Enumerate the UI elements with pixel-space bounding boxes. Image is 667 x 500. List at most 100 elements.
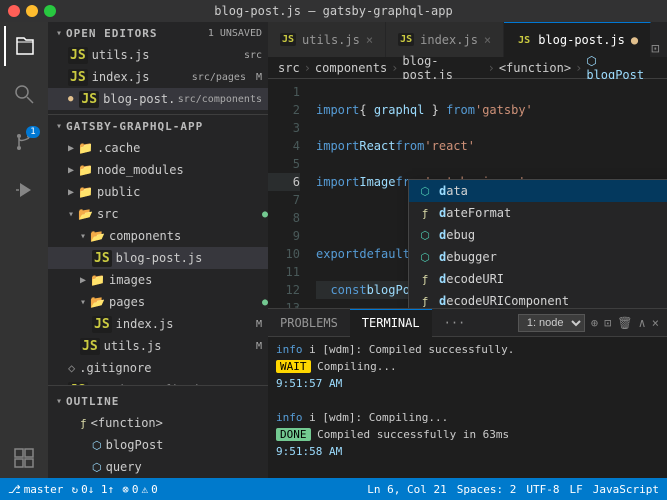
open-editors-header[interactable]: ▾ OPEN EDITORS 1 UNSAVED bbox=[48, 22, 268, 44]
terminal-line: info i [wdm]: Compiled successfully. bbox=[276, 341, 659, 358]
code-line-1: import { graphql } from 'gatsby' bbox=[316, 101, 659, 119]
open-editors-title: OPEN EDITORS bbox=[66, 27, 204, 40]
folder-icon: 📂 bbox=[90, 295, 105, 309]
folder-arrow: ▾ bbox=[80, 297, 86, 308]
tab-blog-post-js[interactable]: JS blog-post.js ● bbox=[504, 22, 651, 57]
ac-label: debugger bbox=[439, 250, 667, 264]
files-icon[interactable] bbox=[4, 26, 44, 66]
terminal-selector[interactable]: 1: node bbox=[518, 314, 585, 332]
outline-query[interactable]: ⬡ query bbox=[48, 456, 268, 478]
folder-node-modules[interactable]: ▶ 📁 node_modules bbox=[48, 159, 268, 181]
file-gitignore[interactable]: ◇ .gitignore bbox=[48, 357, 268, 379]
terminal-content[interactable]: info i [wdm]: Compiled successfully. WAI… bbox=[268, 337, 667, 478]
folder-icon: 📂 bbox=[78, 207, 93, 221]
ac-label: dateFormat bbox=[439, 206, 667, 220]
error-icon: ⊗ bbox=[122, 483, 129, 496]
outline-header[interactable]: ▾ OUTLINE bbox=[48, 390, 268, 412]
extensions-icon[interactable] bbox=[4, 438, 44, 478]
close-button[interactable] bbox=[8, 5, 20, 17]
explorer-header[interactable]: ▾ GATSBY-GRAPHQL-APP bbox=[48, 115, 268, 137]
folder-images[interactable]: ▶ 📁 images bbox=[48, 269, 268, 291]
line-ending-status[interactable]: LF bbox=[570, 483, 583, 496]
outline-function[interactable]: ƒ <function> bbox=[48, 412, 268, 434]
js-file-icon: JS bbox=[92, 316, 112, 333]
window-title: blog-post.js — gatsby-graphql-app bbox=[214, 4, 452, 18]
tab-utils-label: utils.js bbox=[302, 33, 360, 47]
ac-fn-icon: ƒ bbox=[417, 295, 433, 308]
editor-index-badge: M bbox=[256, 72, 262, 83]
folder-src[interactable]: ▾ 📂 src ● bbox=[48, 203, 268, 225]
file-utils[interactable]: JS utils.js M bbox=[48, 335, 268, 357]
tab-utils-js[interactable]: JS utils.js × bbox=[268, 22, 386, 57]
tab-utils-close[interactable]: × bbox=[366, 33, 373, 47]
crumb-blogpost[interactable]: ⬡ blogPost bbox=[586, 54, 657, 82]
ac-fn-icon: ƒ bbox=[417, 207, 433, 220]
folder-icon: 📁 bbox=[78, 185, 93, 199]
activity-bar: 1 bbox=[0, 22, 48, 478]
folder-pages[interactable]: ▾ 📂 pages ● bbox=[48, 291, 268, 313]
ac-item-dateformat[interactable]: ƒ dateFormat bbox=[409, 202, 667, 224]
tab-problems[interactable]: PROBLEMS bbox=[268, 309, 350, 337]
ac-item-data[interactable]: ⬡ data bbox=[409, 180, 667, 202]
cursor-position[interactable]: Ln 6, Col 21 bbox=[367, 483, 446, 496]
tab-blog-post-close[interactable]: ● bbox=[631, 33, 638, 47]
close-panel-icon[interactable]: × bbox=[652, 316, 659, 330]
search-icon[interactable] bbox=[4, 74, 44, 114]
misc-file-icon: ◇ bbox=[68, 361, 75, 375]
file-utils-label: utils.js bbox=[104, 339, 252, 353]
file-blog-post[interactable]: JS blog-post.js bbox=[48, 247, 268, 269]
debug-icon[interactable] bbox=[4, 170, 44, 210]
js-file-icon: JS bbox=[516, 34, 532, 47]
branch-status[interactable]: ⎇ master bbox=[8, 483, 63, 496]
delete-terminal-icon[interactable]: 🗑 bbox=[617, 316, 632, 330]
indentation-status[interactable]: Spaces: 2 bbox=[457, 483, 517, 496]
breadcrumb: src › components › blog-post.js › <funct… bbox=[268, 57, 667, 79]
crumb-file[interactable]: blog-post.js bbox=[402, 54, 483, 82]
ac-item-debugger[interactable]: ⬡ debugger bbox=[409, 246, 667, 268]
maximize-button[interactable] bbox=[44, 5, 56, 17]
js-file-icon: JS bbox=[280, 33, 296, 46]
crumb-function[interactable]: <function> bbox=[499, 61, 571, 75]
folder-cache[interactable]: ▶ 📁 .cache bbox=[48, 137, 268, 159]
crumb-components[interactable]: components bbox=[315, 61, 387, 75]
ac-label: debug bbox=[439, 228, 667, 242]
source-control-icon[interactable]: 1 bbox=[4, 122, 44, 162]
ac-item-decodeuricomponent[interactable]: ƒ decodeURIComponent bbox=[409, 290, 667, 308]
ac-item-decodeuri[interactable]: ƒ decodeURI bbox=[409, 268, 667, 290]
folder-public[interactable]: ▶ 📁 public bbox=[48, 181, 268, 203]
minimize-button[interactable] bbox=[26, 5, 38, 17]
editor-index-js[interactable]: JS index.js src/pages M bbox=[48, 66, 268, 88]
tab-terminal[interactable]: TERMINAL bbox=[350, 309, 432, 337]
editor-utils-js[interactable]: JS utils.js src bbox=[48, 44, 268, 66]
file-index[interactable]: JS index.js M bbox=[48, 313, 268, 335]
ac-item-debug[interactable]: ⬡ debug bbox=[409, 224, 667, 246]
editor-area: JS utils.js × JS index.js × JS blog-post… bbox=[268, 22, 667, 478]
add-terminal-icon[interactable]: ⊕ bbox=[591, 316, 598, 330]
editor-blog-post-js[interactable]: ● JS blog-post.js src/components bbox=[48, 88, 268, 110]
autocomplete-dropdown[interactable]: ⬡ data ƒ dateFormat ⬡ debug ⬡ debugger bbox=[408, 179, 667, 308]
window-controls[interactable] bbox=[8, 5, 56, 17]
folder-components[interactable]: ▾ 📂 components bbox=[48, 225, 268, 247]
language-status[interactable]: JavaScript bbox=[593, 483, 659, 496]
errors-status[interactable]: ⊗ 0 ⚠ 0 bbox=[122, 483, 158, 496]
file-index-badge: M bbox=[256, 319, 262, 330]
folder-images-label: images bbox=[109, 273, 268, 287]
sync-count: 0↓ 1↑ bbox=[81, 483, 114, 496]
tab-index-js[interactable]: JS index.js × bbox=[386, 22, 504, 57]
encoding-status[interactable]: UTF-8 bbox=[526, 483, 559, 496]
code-editor[interactable]: 12345 6 78910 11121314 15161718 1920 imp… bbox=[268, 79, 667, 308]
split-terminal-icon[interactable]: ⊡ bbox=[604, 316, 611, 330]
folder-pages-label: pages bbox=[109, 295, 258, 309]
crumb-src[interactable]: src bbox=[278, 61, 300, 75]
ac-label: data bbox=[439, 184, 667, 198]
source-control-badge: 1 bbox=[26, 126, 40, 138]
outline-query-label: query bbox=[106, 460, 268, 474]
tab-index-close[interactable]: × bbox=[484, 33, 491, 47]
sync-status[interactable]: ↻ 0↓ 1↑ bbox=[71, 483, 114, 496]
folder-icon: 📁 bbox=[78, 163, 93, 177]
maximize-panel-icon[interactable]: ∧ bbox=[639, 316, 646, 330]
outline-blogpost[interactable]: ⬡ blogPost bbox=[48, 434, 268, 456]
ac-label: decodeURIComponent bbox=[439, 294, 667, 308]
folder-src-label: src bbox=[97, 207, 258, 221]
tab-more[interactable]: ··· bbox=[432, 309, 478, 337]
